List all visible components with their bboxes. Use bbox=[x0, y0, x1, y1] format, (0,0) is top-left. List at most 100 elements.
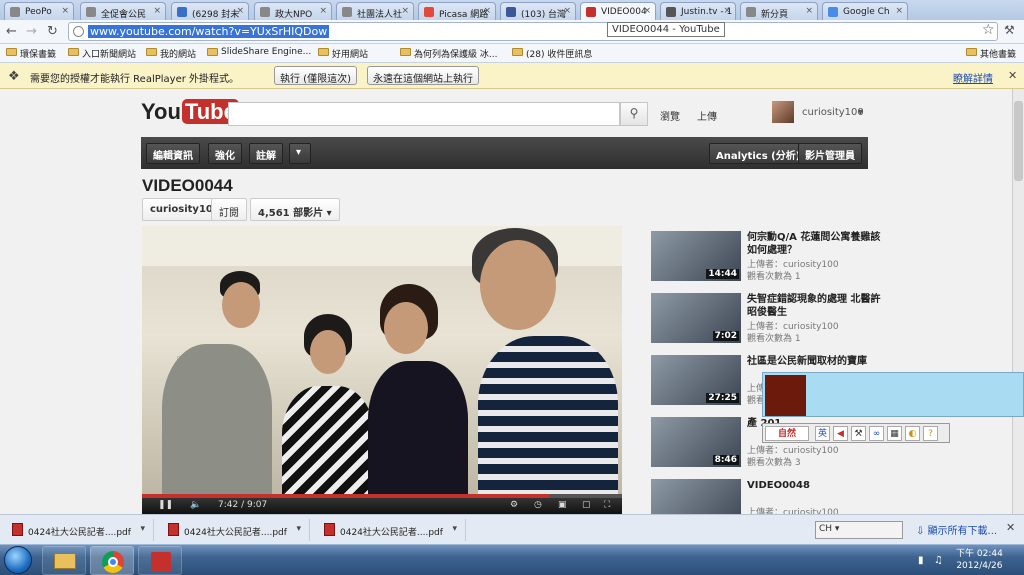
bookmark-item[interactable]: 入口新聞網站 bbox=[68, 47, 136, 60]
related-thumbnail[interactable]: 7:02 bbox=[651, 293, 741, 343]
browser-tab[interactable]: (6298 封未 × bbox=[171, 2, 249, 20]
browser-tab[interactable]: 新分頁 × bbox=[740, 2, 818, 20]
related-thumbnail[interactable] bbox=[651, 479, 741, 514]
browser-tab[interactable]: 政大NPO × bbox=[254, 2, 332, 20]
fullscreen-icon[interactable]: ⛶ bbox=[604, 500, 610, 510]
tab-close-icon[interactable]: × bbox=[153, 6, 161, 16]
ime-half-icon[interactable]: ◐ bbox=[905, 426, 920, 441]
related-title[interactable]: VIDEO0048 bbox=[747, 479, 881, 492]
browser-tab[interactable]: PeoPo × bbox=[4, 2, 74, 20]
video-player[interactable]: ❚❚ 🔈 7:42 / 9:07 ⚙ ◷ ▣ ▢ ⛶ bbox=[142, 226, 622, 514]
address-url[interactable]: www.youtube.com/watch?v=YUxSrHIQDow bbox=[88, 25, 330, 38]
related-thumbnail[interactable]: 27:25 bbox=[651, 355, 741, 405]
download-menu-icon[interactable]: ▾ bbox=[140, 524, 145, 534]
search-button[interactable]: ⚲ bbox=[620, 102, 648, 126]
small-player-icon[interactable]: ▣ bbox=[558, 500, 567, 510]
related-title[interactable]: 社區是公民新聞取材的寶庫 bbox=[747, 355, 881, 368]
upload-link[interactable]: 上傳 bbox=[697, 108, 717, 123]
bookmark-item[interactable]: SlideShare Engine... bbox=[207, 47, 311, 57]
watch-later-icon[interactable]: ◷ bbox=[534, 500, 542, 510]
chevron-down-icon[interactable]: ▾ bbox=[858, 107, 863, 118]
network-icon[interactable]: ▮ bbox=[918, 555, 924, 566]
reload-icon[interactable]: ↻ bbox=[47, 24, 58, 39]
ime-symbols-icon[interactable]: ∞ bbox=[869, 426, 884, 441]
ime-mode[interactable]: 自然 bbox=[765, 426, 809, 441]
edit-info-button[interactable]: 編輯資訊 bbox=[146, 143, 200, 164]
pause-icon[interactable]: ❚❚ bbox=[158, 500, 173, 510]
browser-tab[interactable]: Picasa 網路 × bbox=[418, 2, 496, 20]
bookmark-item[interactable]: 好用網站 bbox=[318, 47, 368, 60]
bookmark-item[interactable]: (28) 收件匣訊息 bbox=[512, 47, 592, 60]
back-icon[interactable]: ← bbox=[6, 24, 17, 39]
star-icon[interactable]: ☆ bbox=[982, 22, 995, 38]
wrench-icon[interactable]: ⚒ bbox=[1004, 23, 1015, 37]
related-video[interactable]: 14:44 何宗勳Q/A 花蓮問公寓養雞該如何處理？ 上傳者：curiosity10… bbox=[651, 231, 881, 287]
scrollbar-thumb[interactable] bbox=[1014, 101, 1023, 181]
download-menu-icon[interactable]: ▾ bbox=[296, 524, 301, 534]
tab-close-icon[interactable]: × bbox=[643, 6, 651, 16]
large-player-icon[interactable]: ▢ bbox=[582, 500, 591, 510]
run-once-button[interactable]: 執行 (僅限這次) bbox=[274, 66, 357, 85]
bookmark-item[interactable]: 環保書籤 bbox=[6, 47, 56, 60]
tab-close-icon[interactable]: × bbox=[895, 6, 903, 16]
analytics-button[interactable]: Analytics (分析) bbox=[709, 143, 808, 164]
taskbar-clock[interactable]: 下午 02:44 2012/4/26 bbox=[956, 548, 1003, 572]
annotations-button[interactable]: 註解 bbox=[249, 143, 283, 164]
browser-tab[interactable]: 社團法人社 × bbox=[336, 2, 414, 20]
tab-close-icon[interactable]: × bbox=[723, 6, 731, 16]
download-item[interactable]: 0424社大公民記者....pdf ▾ bbox=[160, 519, 310, 541]
browser-tab[interactable]: (103) 台灣 × bbox=[500, 2, 576, 20]
browse-link[interactable]: 瀏覽 bbox=[660, 108, 680, 123]
settings-icon[interactable]: ⚙ bbox=[510, 500, 518, 510]
tab-close-icon[interactable]: × bbox=[805, 6, 813, 16]
ime-tools-icon[interactable]: ⚒ bbox=[851, 426, 866, 441]
related-title[interactable]: 失智症錯認現象的處理 北醫許昭俊醫生 bbox=[747, 293, 881, 319]
bookmark-other[interactable]: 其他書籤 bbox=[966, 47, 1016, 60]
tab-close-icon[interactable]: × bbox=[236, 6, 244, 16]
more-dropdown-button[interactable]: ▾ bbox=[289, 143, 311, 164]
tab-close-icon[interactable]: × bbox=[61, 6, 69, 16]
tab-close-icon[interactable]: × bbox=[563, 6, 571, 16]
download-item[interactable]: 0424社大公民記者....pdf ▾ bbox=[4, 519, 154, 541]
search-input[interactable] bbox=[228, 102, 620, 126]
ime-left-icon[interactable]: ◀ bbox=[833, 426, 848, 441]
tab-close-icon[interactable]: × bbox=[319, 6, 327, 16]
browser-tab[interactable]: VIDEO004 × bbox=[580, 2, 656, 20]
download-item[interactable]: 0424社大公民記者....pdf ▾ bbox=[316, 519, 466, 541]
bookmark-item[interactable]: 為何列為保護級 冰... bbox=[400, 47, 497, 60]
username[interactable]: curiosity100 bbox=[802, 107, 864, 118]
related-video[interactable]: 7:02 失智症錯認現象的處理 北醫許昭俊醫生 上傳者：curiosity100 觀看… bbox=[651, 293, 881, 349]
volume-tray-icon[interactable]: ♫ bbox=[934, 555, 943, 566]
explorer-taskbar-icon[interactable] bbox=[42, 546, 86, 575]
start-button[interactable] bbox=[4, 546, 32, 574]
video-manager-button[interactable]: 影片管理員 bbox=[798, 143, 862, 164]
related-video[interactable]: VIDEO0048上傳者：curiosity100觀看次數為 0 bbox=[651, 479, 881, 514]
video-count-dropdown[interactable]: 4,561 部影片 ▾ bbox=[250, 198, 340, 221]
infobar-close-icon[interactable]: ✕ bbox=[1008, 69, 1017, 82]
youtube-logo[interactable]: You Tube bbox=[141, 99, 239, 125]
enhance-button[interactable]: 強化 bbox=[208, 143, 242, 164]
ime-grid-icon[interactable]: ▦ bbox=[887, 426, 902, 441]
browser-tab[interactable]: Google Ch × bbox=[822, 2, 908, 20]
related-thumbnail[interactable]: 8:46 bbox=[651, 417, 741, 467]
address-bar[interactable]: www.youtube.com/watch?v=YUxSrHIQDow bbox=[68, 22, 998, 41]
ime-english-toggle[interactable]: 英 bbox=[815, 426, 830, 441]
ime-help-icon[interactable]: ? bbox=[923, 426, 938, 441]
related-thumbnail[interactable]: 14:44 bbox=[651, 231, 741, 281]
page-scrollbar[interactable] bbox=[1012, 89, 1024, 514]
subscribe-button[interactable]: 訂閱 bbox=[211, 198, 247, 221]
related-title[interactable]: 何宗勳Q/A 花蓮問公寓養雞該如何處理？ bbox=[747, 231, 881, 257]
always-run-button[interactable]: 永遠在這個網站上執行 bbox=[367, 66, 479, 85]
ime-language-bar[interactable]: CH ▾ bbox=[815, 521, 903, 539]
volume-icon[interactable]: 🔈 bbox=[190, 500, 201, 510]
forward-icon[interactable]: → bbox=[26, 24, 37, 39]
show-all-downloads-link[interactable]: ⇩ 顯示所有下載... bbox=[916, 522, 997, 537]
download-menu-icon[interactable]: ▾ bbox=[452, 524, 457, 534]
shelf-close-icon[interactable]: ✕ bbox=[1006, 521, 1015, 534]
browser-tab[interactable]: Justin.tv - 1 × bbox=[660, 2, 736, 20]
browser-tab[interactable]: 全促會公民 × bbox=[80, 2, 166, 20]
bookmark-item[interactable]: 我的網站 bbox=[146, 47, 196, 60]
acrobat-taskbar-icon[interactable] bbox=[138, 546, 182, 575]
chrome-taskbar-icon[interactable] bbox=[90, 546, 134, 575]
avatar[interactable] bbox=[772, 101, 794, 123]
